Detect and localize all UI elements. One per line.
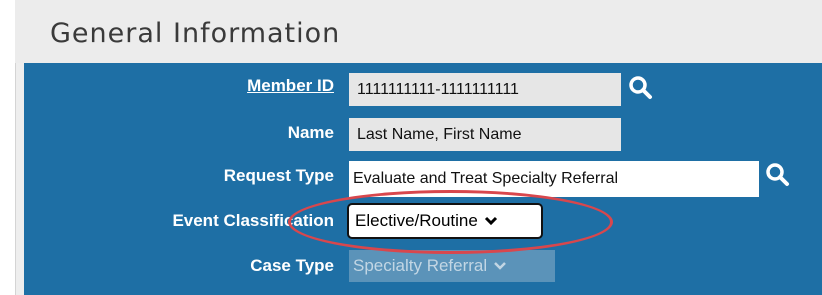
request-type-search-icon[interactable] — [765, 162, 791, 188]
member-id-link[interactable]: Member ID — [247, 76, 334, 96]
event-classification-value: Elective/Routine — [355, 211, 478, 230]
case-type-select: Specialty Referral — [349, 250, 555, 282]
chevron-down-icon — [493, 256, 507, 276]
case-type-value: Specialty Referral — [353, 256, 488, 275]
event-classification-select[interactable]: Elective/Routine — [347, 203, 543, 239]
member-id-field: 1111111111-1111111111 — [349, 73, 621, 106]
member-id-search-icon[interactable] — [628, 75, 654, 101]
request-type-field[interactable]: Evaluate and Treat Specialty Referral — [349, 161, 759, 197]
case-type-label: Case Type — [250, 256, 334, 275]
chevron-down-icon — [484, 211, 498, 231]
event-classification-label: Event Classification — [172, 211, 334, 230]
name-field: Last Name, First Name — [349, 118, 621, 151]
request-type-label: Request Type — [223, 166, 334, 185]
name-label: Name — [287, 123, 334, 142]
panel-title: General Information — [50, 18, 341, 49]
